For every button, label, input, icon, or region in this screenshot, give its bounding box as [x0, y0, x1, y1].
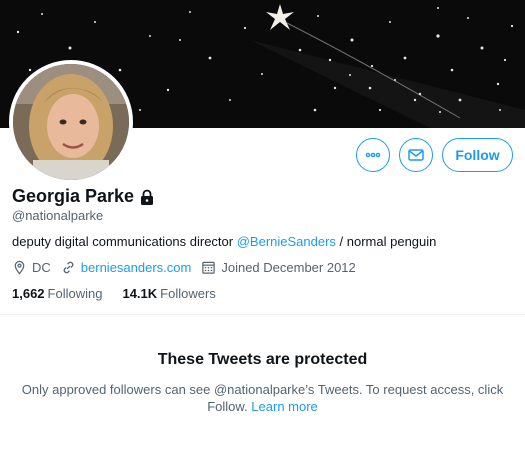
protected-message: Only approved followers can see @nationa…: [20, 381, 505, 415]
lock-icon: [138, 188, 156, 206]
protected-title: These Tweets are protected: [157, 351, 368, 368]
website-link[interactable]: berniesanders.com: [81, 260, 192, 275]
bio-text-start: deputy digital communications director: [12, 234, 237, 249]
followers-label: Followers: [160, 286, 216, 301]
profile-website[interactable]: berniesanders.com: [61, 260, 192, 275]
profile-name-row: Georgia Parke: [12, 186, 156, 207]
following-link[interactable]: 1,662 Following: [12, 286, 102, 301]
followers-link[interactable]: 14.1K Followers: [122, 286, 215, 301]
profile-bio: deputy digital communications director @…: [12, 234, 436, 249]
profile-location: DC: [12, 260, 51, 275]
envelope-icon: [408, 149, 424, 161]
location-text: DC: [32, 260, 51, 275]
bio-text-end: / normal penguin: [335, 234, 437, 249]
more-icon: [365, 152, 381, 158]
following-label: Following: [47, 286, 103, 301]
location-pin-icon: [14, 260, 25, 275]
message-button[interactable]: [399, 138, 433, 172]
calendar-icon: [202, 261, 216, 274]
profile-meta: DC berniesanders.com Joined December 201…: [12, 260, 366, 275]
joined-text: Joined December 2012: [221, 260, 356, 275]
profile-name: Georgia Parke: [12, 186, 135, 206]
learn-more-link[interactable]: Learn more: [251, 399, 317, 414]
link-icon: [63, 261, 74, 274]
profile-stats: 1,662 Following 14.1K Followers: [12, 286, 236, 301]
following-count: 1,662: [12, 286, 45, 301]
followers-count: 14.1K: [122, 286, 158, 301]
follow-button[interactable]: Follow: [442, 138, 513, 172]
divider: [0, 314, 525, 315]
bio-mention-link[interactable]: @BernieSanders: [237, 234, 336, 249]
avatar[interactable]: [9, 60, 133, 184]
avatar-photo: [13, 64, 129, 180]
profile-handle: @nationalparke: [12, 208, 104, 223]
more-button[interactable]: [356, 138, 390, 172]
profile-joined: Joined December 2012: [201, 260, 356, 275]
